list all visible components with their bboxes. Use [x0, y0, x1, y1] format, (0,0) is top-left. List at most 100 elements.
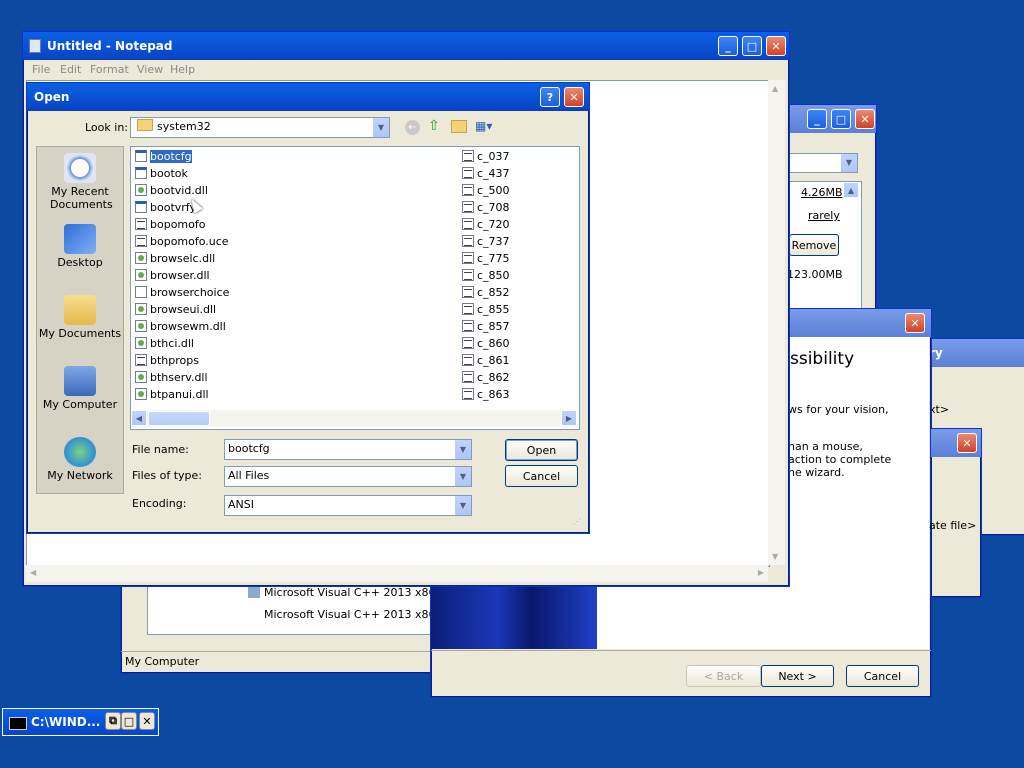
file-item[interactable]: bopomofo — [135, 217, 205, 233]
file-name-field[interactable]: bootcfg ▼ — [224, 439, 472, 460]
vertical-scrollbar[interactable]: ▲ ▼ — [768, 80, 785, 565]
close-button[interactable]: ✕ — [855, 109, 875, 129]
file-item[interactable]: c_861 — [462, 353, 510, 369]
my-computer-icon — [64, 366, 96, 396]
close-button[interactable]: ✕ — [766, 36, 786, 56]
file-item[interactable]: btpanui.dll — [135, 387, 209, 403]
status-text: My Computer — [125, 655, 200, 668]
menu-format[interactable]: Format — [90, 63, 129, 76]
chevron-down-icon: ▼ — [454, 467, 471, 486]
file-item[interactable]: browseui.dll — [135, 302, 216, 318]
resize-grip-icon[interactable]: ⋰ — [573, 517, 581, 526]
small-dialog-window: ✕ ate file> — [929, 428, 982, 598]
scroll-up-button[interactable]: ▲ — [843, 182, 859, 198]
notepad-menubar: File Edit Format View Help — [26, 60, 786, 80]
scroll-thumb[interactable] — [148, 411, 210, 426]
maximize-button[interactable]: □ — [121, 712, 137, 730]
file-item[interactable]: c_775 — [462, 251, 510, 267]
file-item[interactable]: c_852 — [462, 285, 510, 301]
minimize-button[interactable]: _ — [718, 36, 738, 56]
menu-edit[interactable]: Edit — [60, 63, 81, 76]
file-item[interactable]: c_708 — [462, 200, 510, 216]
file-item[interactable]: c_855 — [462, 302, 510, 318]
horizontal-scrollbar[interactable]: ◀ ▶ — [131, 410, 577, 427]
maximize-button[interactable]: □ — [742, 36, 762, 56]
file-item[interactable]: bthci.dll — [135, 336, 194, 352]
place-recent-documents[interactable]: My Recent Documents — [37, 153, 123, 211]
program-list: Microsoft Visual C++ 2013 x86 Ad Microso… — [147, 581, 453, 635]
recent-docs-icon — [64, 153, 96, 183]
file-item[interactable]: bthprops — [135, 353, 199, 369]
new-folder-icon[interactable] — [451, 120, 467, 133]
file-item[interactable]: c_437 — [462, 166, 510, 182]
codepage-file-icon — [462, 320, 474, 332]
place-my-network[interactable]: My Network — [37, 437, 123, 482]
place-desktop[interactable]: Desktop — [37, 224, 123, 269]
sort-by-dropdown[interactable]: ▼ — [786, 153, 858, 173]
files-of-type-label: Files of type: — [132, 469, 203, 482]
scroll-right-icon: ▶ — [757, 568, 764, 577]
help-button[interactable]: ? — [540, 87, 560, 107]
file-item[interactable]: c_860 — [462, 336, 510, 352]
maximize-button[interactable]: □ — [831, 109, 851, 129]
menu-file[interactable]: File — [32, 63, 50, 76]
file-item-label: c_861 — [477, 354, 510, 367]
file-item-label: browserchoice — [150, 286, 230, 299]
back-icon[interactable]: ← — [405, 120, 420, 135]
restore-button[interactable]: ⧉ — [105, 712, 121, 730]
file-item[interactable]: bootcfg — [135, 149, 192, 165]
scroll-right-button[interactable]: ▶ — [561, 410, 577, 426]
horizontal-scrollbar[interactable]: ◀ ▶ — [26, 565, 768, 582]
cancel-button[interactable]: Cancel — [505, 465, 578, 487]
file-item[interactable]: c_850 — [462, 268, 510, 284]
file-item[interactable]: c_037 — [462, 149, 510, 165]
file-list[interactable]: bootcfg bootok bootvid.dll bootvrfy bopomofo… — [130, 146, 580, 430]
remove-button[interactable]: Remove — [789, 234, 839, 256]
menu-view[interactable]: View — [137, 63, 163, 76]
file-item[interactable]: c_737 — [462, 234, 510, 250]
file-item[interactable]: browselc.dll — [135, 251, 215, 267]
file-item[interactable]: bthserv.dll — [135, 370, 208, 386]
close-button[interactable]: ✕ — [564, 87, 584, 107]
file-item-label: bopomofo.uce — [150, 235, 229, 248]
file-item[interactable]: browser.dll — [135, 268, 210, 284]
place-my-documents[interactable]: My Documents — [37, 295, 123, 340]
file-item[interactable]: bootok — [135, 166, 188, 182]
file-item[interactable]: bootvid.dll — [135, 183, 208, 199]
minimize-button[interactable]: _ — [807, 109, 827, 129]
place-my-computer[interactable]: My Computer — [37, 366, 123, 411]
scroll-left-icon: ◀ — [30, 568, 37, 577]
file-item-label: c_708 — [477, 201, 510, 214]
scroll-left-button[interactable]: ◀ — [131, 410, 147, 426]
file-item[interactable]: bopomofo.uce — [135, 234, 229, 250]
file-item[interactable]: c_863 — [462, 387, 510, 403]
files-of-type-dropdown[interactable]: All Files ▼ — [224, 466, 472, 487]
file-item[interactable]: browsewm.dll — [135, 319, 226, 335]
up-folder-icon[interactable]: ⇧ — [428, 118, 444, 134]
codepage-file-icon — [462, 201, 474, 213]
file-icon — [135, 286, 147, 298]
file-item[interactable]: c_857 — [462, 319, 510, 335]
back-button[interactable]: < Back — [686, 665, 761, 687]
minimized-console[interactable]: C:\WIND... ⧉ □ ✕ — [2, 708, 159, 736]
file-item-label: c_855 — [477, 303, 510, 316]
file-item[interactable]: c_720 — [462, 217, 510, 233]
list-item[interactable]: Microsoft Visual C++ 2013 x86 Ad — [248, 586, 453, 599]
dll-file-icon — [135, 252, 147, 264]
cancel-button[interactable]: Cancel — [846, 665, 919, 687]
file-item[interactable]: c_500 — [462, 183, 510, 199]
installer-icon — [248, 586, 260, 598]
next-button[interactable]: Next > — [761, 665, 834, 687]
file-item-label: c_850 — [477, 269, 510, 282]
file-item[interactable]: browserchoice — [135, 285, 229, 301]
encoding-dropdown[interactable]: ANSI ▼ — [224, 495, 472, 516]
file-item[interactable]: c_862 — [462, 370, 510, 386]
list-item[interactable]: Microsoft Visual C++ 2013 x86 Mi — [264, 608, 452, 621]
view-menu-icon[interactable]: ▦▾ — [475, 119, 499, 135]
close-button[interactable]: ✕ — [139, 712, 155, 730]
open-button[interactable]: Open — [505, 439, 578, 461]
close-button[interactable]: ✕ — [957, 433, 977, 453]
menu-help[interactable]: Help — [170, 63, 195, 76]
look-in-dropdown[interactable]: system32 ▼ — [130, 117, 390, 138]
close-button[interactable]: ✕ — [905, 313, 925, 333]
